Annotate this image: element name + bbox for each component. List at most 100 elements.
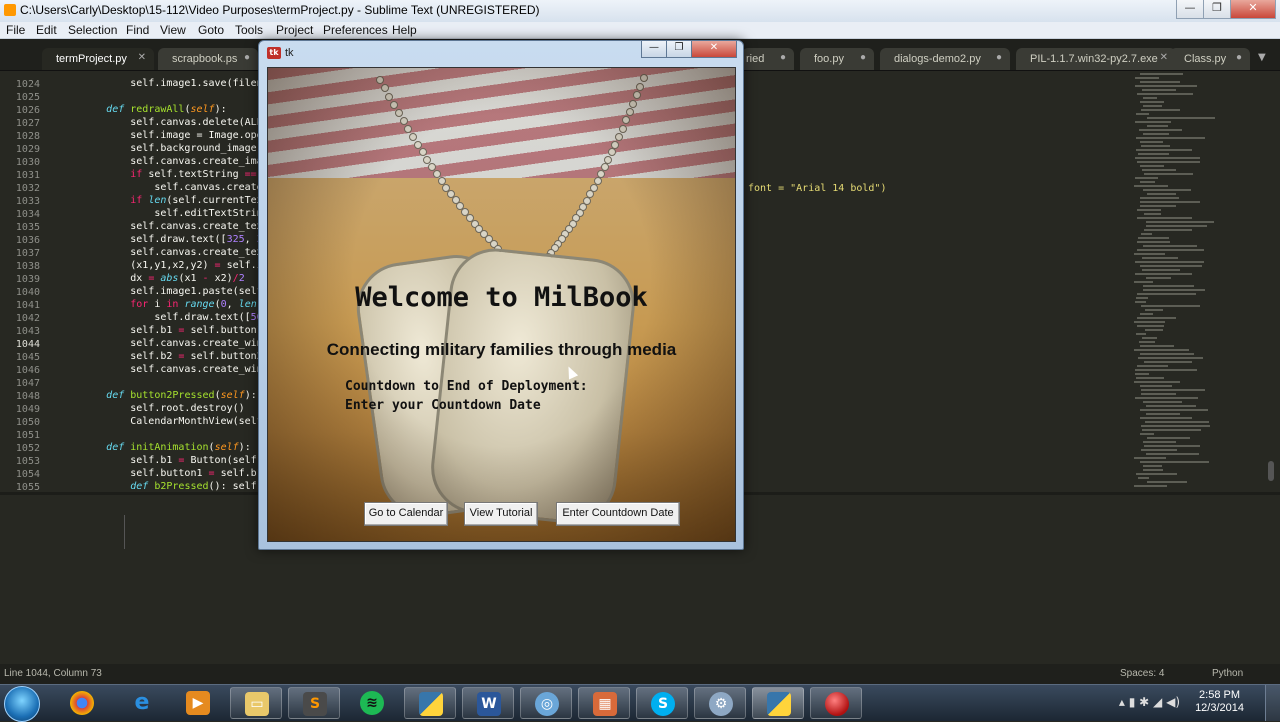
- minimap-line: [1140, 265, 1202, 267]
- menu-help[interactable]: Help: [392, 23, 417, 37]
- minimap-line: [1147, 193, 1176, 195]
- tab-ried[interactable]: ried ●: [742, 48, 794, 70]
- minimap-line: [1136, 149, 1192, 151]
- taskbar-chrome[interactable]: [56, 687, 108, 719]
- tab-termproject[interactable]: termProject.py ✕: [42, 48, 154, 70]
- minimap-line: [1138, 357, 1203, 359]
- skype-icon: S: [651, 692, 675, 716]
- minimap-line: [1137, 293, 1196, 295]
- paint-icon: ▦: [593, 692, 617, 716]
- minimap-line: [1138, 477, 1149, 479]
- taskbar-skype[interactable]: S: [636, 687, 688, 719]
- show-desktop-button[interactable]: [1265, 685, 1280, 721]
- tk-window[interactable]: tk tk — ❐ ✕ Welcome to MilBook Connectin…: [258, 40, 744, 550]
- view-tutorial-button[interactable]: View Tutorial: [464, 502, 538, 526]
- minimap-line: [1134, 253, 1165, 255]
- minimap-line: [1144, 213, 1161, 215]
- taskbar-clock[interactable]: 2:58 PM 12/3/2014: [1195, 689, 1244, 715]
- tab-close-icon[interactable]: ●: [1236, 52, 1242, 63]
- minimap-line: [1136, 297, 1148, 299]
- status-syntax[interactable]: Python: [1212, 668, 1243, 679]
- line-number: 1030: [15, 157, 40, 168]
- minimap-line: [1140, 409, 1208, 411]
- menu-goto[interactable]: Goto: [198, 23, 224, 37]
- menu-file[interactable]: File: [6, 23, 25, 37]
- code-right-fragment: font = "Arial 14 bold"): [748, 183, 887, 194]
- taskbar-ie[interactable]: e: [116, 687, 168, 719]
- menu-edit[interactable]: Edit: [36, 23, 57, 37]
- taskbar-network[interactable]: ◎: [520, 687, 572, 719]
- minimap-line: [1141, 109, 1180, 111]
- tab-dialogs-demo2[interactable]: dialogs-demo2.py ●: [880, 48, 1010, 70]
- taskbar-settings[interactable]: ⚙: [694, 687, 746, 719]
- line-number: 1041: [15, 300, 40, 311]
- minimap-line: [1137, 325, 1164, 327]
- close-button[interactable]: ✕: [1230, 0, 1276, 19]
- minimap-line: [1140, 141, 1163, 143]
- maximize-button[interactable]: ❐: [1203, 0, 1231, 19]
- taskbar-media[interactable]: ▶: [172, 687, 224, 719]
- tk-close-button[interactable]: ✕: [691, 41, 737, 58]
- line-number: 1046: [15, 365, 40, 376]
- tab-scrapbook[interactable]: scrapbook.ps ●: [158, 48, 258, 70]
- tab-class[interactable]: Class.py ●: [1170, 48, 1250, 70]
- go-to-calendar-button[interactable]: Go to Calendar: [364, 502, 448, 526]
- minimap-line: [1142, 429, 1201, 431]
- tab-foo[interactable]: foo.py ●: [800, 48, 874, 70]
- menu-project[interactable]: Project: [276, 23, 313, 37]
- minimap-line: [1137, 93, 1193, 95]
- taskbar-word[interactable]: W: [462, 687, 514, 719]
- tab-pil-installer[interactable]: PIL-1.1.7.win32-py2.7.exe ✕: [1016, 48, 1176, 70]
- line-number: 1042: [15, 313, 40, 324]
- minimap-line: [1140, 73, 1183, 75]
- minimap-line: [1143, 401, 1182, 403]
- tk-maximize-button[interactable]: ❐: [666, 41, 692, 58]
- start-button[interactable]: [4, 686, 40, 722]
- enter-countdown-date-button[interactable]: Enter Countdown Date: [556, 502, 680, 526]
- menu-view[interactable]: View: [160, 23, 186, 37]
- minimap[interactable]: [1126, 71, 1266, 492]
- tab-overflow-icon[interactable]: ▼: [1258, 52, 1266, 63]
- minimap-line: [1140, 205, 1176, 207]
- taskbar-python[interactable]: [404, 687, 456, 719]
- tk-minimize-button[interactable]: —: [641, 41, 667, 58]
- tab-close-icon[interactable]: ✕: [138, 52, 146, 63]
- menu-preferences[interactable]: Preferences: [323, 23, 388, 37]
- minimize-button[interactable]: —: [1176, 0, 1204, 19]
- line-number: 1032: [15, 183, 40, 194]
- taskbar-paint[interactable]: ▦: [578, 687, 630, 719]
- line-gutter: 1024 1025 1026 1027 1028 1029 1030 1031 1032 1033…: [0, 71, 46, 492]
- menu-tools[interactable]: Tools: [235, 23, 263, 37]
- minimap-line: [1141, 145, 1170, 147]
- tab-close-icon[interactable]: ✕: [1160, 52, 1168, 63]
- minimap-line: [1139, 341, 1155, 343]
- system-tray[interactable]: ▴ ▮ ✱ ◢ ◀): [1119, 695, 1180, 709]
- minimap-line: [1142, 269, 1180, 271]
- minimap-line: [1140, 385, 1172, 387]
- minimap-line: [1134, 349, 1189, 351]
- line-number: 1036: [15, 235, 40, 246]
- taskbar-spotify[interactable]: ≋: [346, 687, 398, 719]
- minimap-line: [1146, 225, 1207, 227]
- menu-find[interactable]: Find: [126, 23, 149, 37]
- minimap-line: [1140, 197, 1179, 199]
- sublime-text-icon: S: [303, 692, 327, 716]
- minimap-line: [1136, 333, 1146, 335]
- tab-label: scrapbook.ps: [172, 53, 238, 65]
- tab-close-icon[interactable]: ●: [996, 52, 1002, 63]
- vertical-scrollbar[interactable]: [1268, 461, 1274, 481]
- taskbar-explorer[interactable]: ▭: [230, 687, 282, 719]
- minimap-line: [1147, 125, 1168, 127]
- minimap-line: [1135, 177, 1158, 179]
- tab-close-icon[interactable]: ●: [860, 52, 866, 63]
- tab-close-icon[interactable]: ●: [244, 52, 250, 63]
- window-title: C:\Users\Carly\Desktop\15-112\Video Purp…: [20, 3, 540, 17]
- status-bar: Line 1044, Column 73 Spaces: 4 Python: [0, 664, 1280, 684]
- tab-close-icon[interactable]: ●: [780, 52, 786, 63]
- taskbar-sublime[interactable]: S: [288, 687, 340, 719]
- taskbar-python-idle[interactable]: [752, 687, 804, 719]
- menu-selection[interactable]: Selection: [68, 23, 117, 37]
- taskbar-ball[interactable]: [810, 687, 862, 719]
- line-number: 1031: [15, 170, 40, 181]
- status-spaces[interactable]: Spaces: 4: [1120, 668, 1164, 679]
